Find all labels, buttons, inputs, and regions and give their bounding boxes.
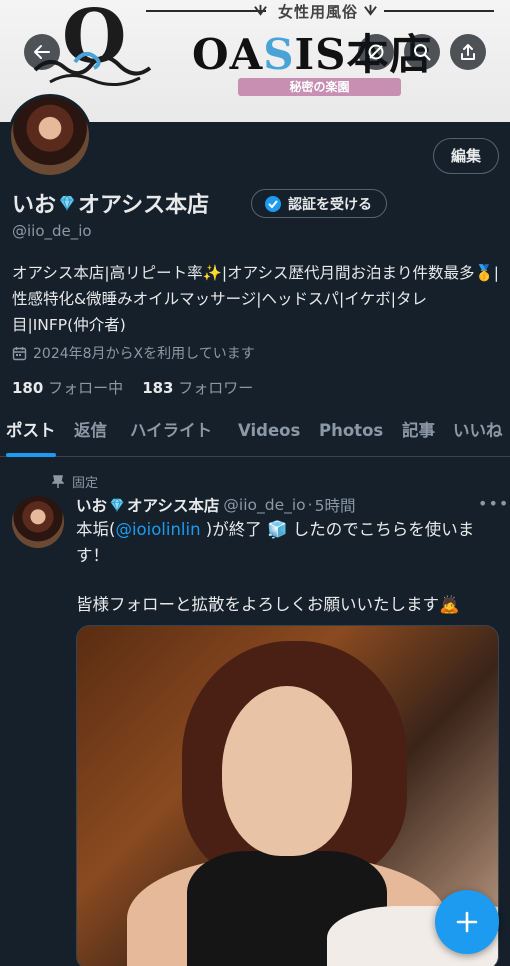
name-text: いお bbox=[12, 193, 57, 218]
tab-highlights[interactable]: ハイライト bbox=[130, 407, 212, 457]
tab-photos[interactable]: Photos bbox=[319, 407, 383, 457]
brand-text-accent: S bbox=[263, 30, 295, 79]
profile-tabs: ポスト 返信 ハイライト Videos Photos 記事 いいね bbox=[0, 407, 510, 457]
gem-icon bbox=[60, 195, 75, 212]
separator-dot: · bbox=[307, 496, 313, 514]
leaf-icon bbox=[364, 4, 377, 16]
search-icon bbox=[414, 44, 431, 61]
share-icon bbox=[461, 44, 475, 60]
compose-post-button[interactable] bbox=[435, 890, 499, 954]
share-button[interactable] bbox=[450, 34, 486, 70]
profile-handle: @iio_de_io bbox=[12, 222, 92, 240]
following-link[interactable]: 180 フォロー中 bbox=[12, 379, 123, 397]
tweet-author[interactable]: いお オアシス本店 bbox=[76, 494, 219, 516]
followers-link[interactable]: 183 フォロワー bbox=[142, 379, 253, 397]
tab-posts[interactable]: ポスト bbox=[6, 407, 56, 457]
tweet-text: 本垢(@ioiolinlin )が終了 🧊 したのでこちらを使います！ bbox=[76, 517, 502, 569]
banner-brand: OASIS本店 bbox=[192, 21, 433, 82]
followers-count: 183 bbox=[142, 379, 174, 397]
get-verified-button[interactable]: 認証を受ける bbox=[251, 189, 387, 218]
tweet-header: いお オアシス本店 @iio_de_io · 5時間 bbox=[76, 494, 355, 516]
arrow-left-icon bbox=[34, 45, 50, 59]
grok-button[interactable] bbox=[358, 34, 394, 70]
mention-link[interactable]: @ioiolinlin bbox=[115, 520, 200, 539]
grok-icon bbox=[368, 44, 384, 60]
verify-label: 認証を受ける bbox=[288, 196, 372, 213]
following-count: 180 bbox=[12, 379, 44, 397]
gem-icon bbox=[110, 498, 124, 513]
tab-videos[interactable]: Videos bbox=[238, 407, 300, 457]
author-text: オアシス本店 bbox=[127, 497, 220, 515]
photo-face bbox=[222, 686, 352, 856]
brand-text: OA bbox=[192, 30, 264, 79]
banner-subtitle: 女性用風俗 bbox=[278, 3, 359, 21]
profile-avatar[interactable] bbox=[8, 94, 92, 178]
tweet-text-part: 本垢( bbox=[76, 520, 116, 539]
tweet-avatar[interactable] bbox=[12, 496, 64, 548]
tab-likes[interactable]: いいね bbox=[453, 407, 503, 457]
profile-bio: オアシス本店|高リピート率✨|オアシス歴代月間お泊まり件数最多🥇|性感特化&微睡… bbox=[12, 264, 500, 334]
followers-label: フォロワー bbox=[178, 379, 254, 397]
back-button[interactable] bbox=[24, 34, 60, 70]
more-options-icon[interactable]: ••• bbox=[478, 494, 509, 513]
leaf-icon bbox=[254, 4, 267, 16]
follow-stats: 180 フォロー中 183 フォロワー bbox=[12, 377, 253, 398]
banner-divider-right bbox=[384, 10, 494, 12]
calendar-icon bbox=[12, 346, 27, 360]
author-text: いお bbox=[76, 497, 108, 515]
plus-icon bbox=[456, 911, 478, 933]
banner-tagline: 秘密の楽園 bbox=[238, 78, 401, 96]
pin-icon bbox=[52, 474, 64, 488]
verified-badge-icon bbox=[265, 195, 281, 212]
pinned-label: 固定 bbox=[72, 476, 99, 491]
following-label: フォロー中 bbox=[48, 379, 124, 397]
tab-replies[interactable]: 返信 bbox=[74, 407, 107, 457]
tweet-handle: @iio_de_io bbox=[223, 496, 306, 514]
edit-profile-button[interactable]: 編集 bbox=[433, 138, 499, 174]
tweet-text-line2: 皆様フォローと拡散をよろしくお願いいたします🙇 bbox=[76, 595, 460, 614]
joined-text: 2024年8月からXを利用しています bbox=[33, 346, 255, 362]
name-text: オアシス本店 bbox=[78, 193, 210, 218]
banner-divider-left bbox=[146, 10, 266, 12]
tweet-time[interactable]: 5時間 bbox=[315, 494, 356, 516]
profile-name: いお オアシス本店 bbox=[12, 187, 209, 219]
pinned-indicator: 固定 bbox=[52, 472, 98, 491]
tab-articles[interactable]: 記事 bbox=[402, 407, 435, 457]
search-button[interactable] bbox=[404, 34, 440, 70]
avatar-image bbox=[11, 97, 89, 175]
joined-date: 2024年8月からXを利用しています bbox=[12, 343, 255, 363]
